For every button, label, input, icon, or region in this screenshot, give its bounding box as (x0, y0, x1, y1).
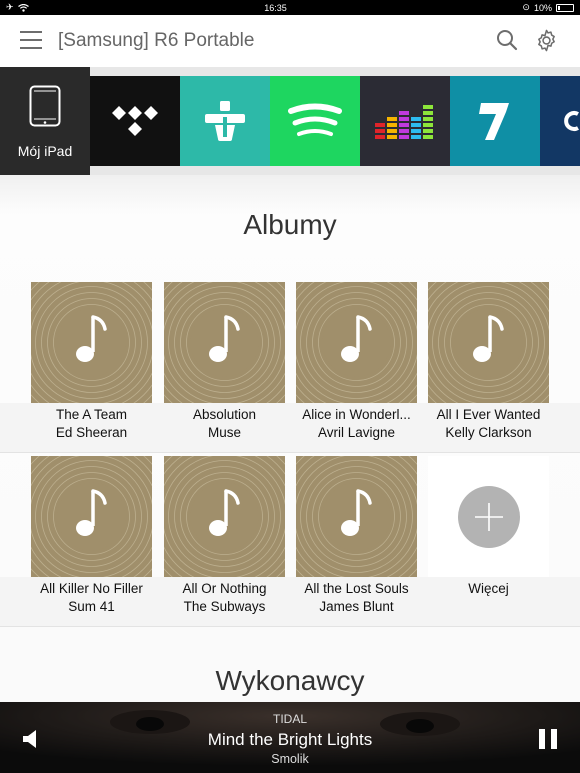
now-playing-source: TIDAL (272, 712, 307, 726)
airplane-icon: ✈ (6, 2, 14, 12)
7digital-logo-icon (479, 103, 509, 140)
album-artist: Sum 41 (68, 599, 115, 614)
source-tile-tunein[interactable] (180, 76, 270, 166)
source-tile-7digital[interactable] (450, 76, 540, 166)
album-cover (296, 456, 417, 577)
plus-circle-icon (457, 485, 520, 548)
album-cover (164, 282, 285, 403)
source-tile-spotify[interactable] (270, 76, 360, 166)
album-cover (31, 282, 152, 403)
battery-icon (555, 3, 574, 12)
volume-icon[interactable] (22, 729, 38, 749)
now-playing-bar[interactable]: TIDAL Mind the Bright Lights Smolik (0, 702, 580, 773)
album-tile[interactable]: Alice in Wonderl... Avril Lavigne (296, 282, 417, 442)
albums-section-title: Albumy (243, 209, 337, 240)
artists-section-title: Wykonawcy (215, 665, 365, 696)
music-note-icon (57, 308, 126, 377)
music-note-icon (322, 308, 391, 377)
album-tile[interactable]: All Killer No Filler Sum 41 (31, 456, 152, 616)
tunein-logo-icon (205, 101, 245, 141)
more-albums-button[interactable]: Więcej (428, 456, 549, 598)
menu-icon[interactable] (20, 31, 42, 49)
search-icon[interactable] (496, 29, 518, 51)
album-tile[interactable]: All the Lost Souls James Blunt (296, 456, 417, 616)
album-artist: James Blunt (319, 599, 394, 614)
deezer-logo-icon (375, 105, 433, 139)
album-tile[interactable]: All I Ever Wanted Kelly Clarkson (428, 282, 549, 442)
orientation-lock-icon: ⊙ (522, 2, 530, 12)
tidal-logo-icon (112, 106, 158, 136)
album-cover (296, 282, 417, 403)
top-bar: [Samsung] R6 Portable (0, 15, 580, 67)
source-tile-ipad-label: Mój iPad (17, 143, 73, 159)
now-playing-artist: Smolik (271, 752, 309, 766)
source-tile-ipad[interactable]: Mój iPad (0, 67, 90, 175)
source-tile-deezer[interactable] (360, 76, 450, 166)
album-artist: Ed Sheeran (55, 425, 128, 440)
ipad-icon (29, 85, 61, 127)
album-artist: Muse (207, 425, 241, 440)
album-artist: Avril Lavigne (317, 425, 396, 440)
now-playing-track: Mind the Bright Lights (207, 730, 373, 749)
battery-percent: 10% (533, 2, 552, 13)
pause-button[interactable] (539, 729, 557, 749)
spotify-logo-icon (288, 103, 342, 136)
album-cover (31, 456, 152, 577)
music-note-icon (57, 482, 126, 551)
source-strip: Mój iPad (0, 67, 580, 175)
more-albums-label: Więcej (468, 581, 509, 596)
status-time: 16:35 (264, 2, 287, 13)
album-title: All the Lost Souls (304, 581, 409, 596)
more-albums-cover (428, 456, 549, 577)
album-artist: Kelly Clarkson (445, 425, 532, 440)
source-tile-more[interactable] (540, 76, 580, 166)
wifi-icon (17, 3, 29, 12)
music-note-icon (190, 308, 259, 377)
library-content: Albumy The A Team Ed Sheeran Absolution Mu… (0, 175, 580, 702)
gear-icon[interactable] (535, 29, 558, 52)
album-artist: The Subways (183, 599, 266, 614)
status-bar: ✈ 16:35 ⊙ 10% (0, 0, 580, 15)
page-title: [Samsung] R6 Portable (58, 30, 255, 51)
music-note-icon (322, 482, 391, 551)
album-cover (428, 282, 549, 403)
album-tile[interactable]: Absolution Muse (164, 282, 285, 442)
album-tile[interactable]: The A Team Ed Sheeran (31, 282, 152, 442)
source-tile-tidal[interactable] (90, 76, 180, 166)
album-tile[interactable]: All Or Nothing The Subways (164, 456, 285, 616)
album-title: All I Ever Wanted (436, 407, 541, 422)
service-logo-icon (564, 111, 579, 131)
album-title: The A Team (55, 407, 128, 422)
album-title: Absolution (192, 407, 257, 422)
music-note-icon (454, 308, 523, 377)
album-title: All Or Nothing (182, 581, 267, 596)
album-cover (164, 456, 285, 577)
album-title: All Killer No Filler (40, 581, 143, 596)
album-title: Alice in Wonderl... (302, 407, 411, 422)
music-note-icon (190, 482, 259, 551)
